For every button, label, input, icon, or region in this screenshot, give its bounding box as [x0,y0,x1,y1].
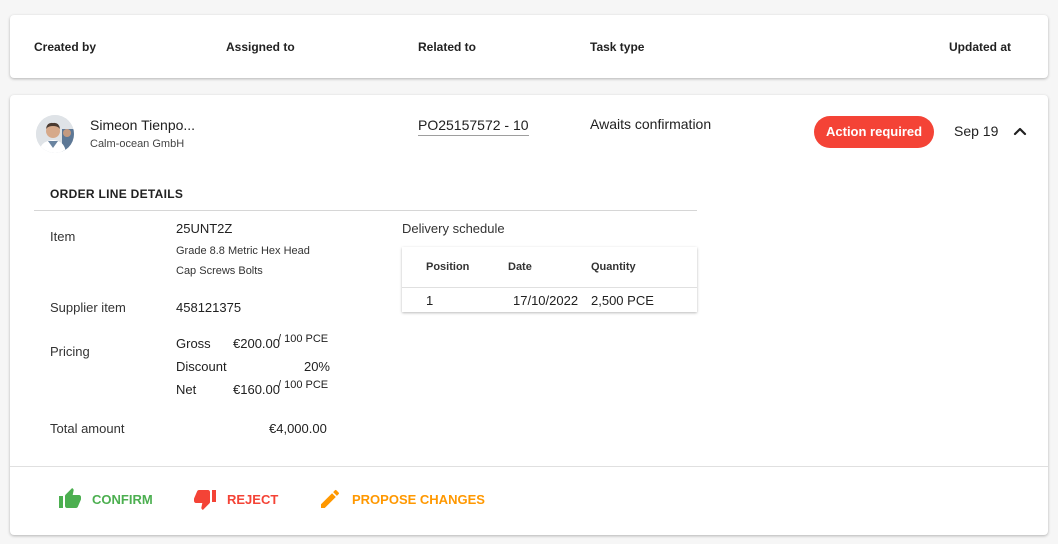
discount-label: Discount [176,359,227,374]
column-updated-at[interactable]: Updated at [949,40,1011,54]
item-label: Item [50,229,76,244]
discount-value: 20% [303,359,330,374]
row-date: 17/10/2022 [513,293,579,308]
delivery-schedule-title: Delivery schedule [402,221,505,236]
status-badge: Action required [814,116,935,148]
divider [10,466,1048,467]
supplier-item-label: Supplier item [50,300,126,315]
table-header: Created by Assigned to Related to Task t… [10,15,1048,78]
column-assigned-to[interactable]: Assigned to [226,40,295,54]
supplier-item-value: 458121375 [176,300,242,315]
total-amount-label: Total amount [50,421,125,436]
item-description-line-1: Grade 8.8 Metric Hex Head [176,245,310,257]
person-name: Simeon Tienpo... [90,117,196,133]
column-task-type[interactable]: Task type [590,40,644,54]
propose-changes-button[interactable]: PROPOSE CHANGES [318,487,485,511]
reject-label: REJECT [227,491,279,507]
propose-changes-label: PROPOSE CHANGES [352,491,485,507]
gross-label: Gross [176,336,211,351]
divider [34,210,697,211]
item-code: 25UNT2Z [176,221,233,236]
column-created-by[interactable]: Created by [34,40,96,54]
divider [402,287,697,288]
column-position: Position [426,261,470,273]
task-card: Simeon Tienpo... Calm-ocean GmbH PO25157… [10,95,1048,535]
updated-date: Sep 19 [954,123,999,139]
row-position: 1 [426,293,434,308]
related-order-link[interactable]: PO25157572 - 10 [418,117,529,136]
net-value: €160.00 [233,382,280,397]
reject-button[interactable]: REJECT [193,487,278,511]
chevron-up-icon[interactable] [1010,121,1030,141]
person-company: Calm-ocean GmbH [90,138,185,150]
total-amount-value: €4,000.00 [269,421,327,436]
item-description-line-2: Cap Screws Bolts [176,265,263,277]
confirm-button[interactable]: CONFIRM [58,487,153,511]
confirm-label: CONFIRM [92,491,153,507]
row-quantity: 2,500 PCE [591,293,654,308]
net-row: Net €160.00 / 100 PCE [176,379,336,400]
gross-row: Gross €200.00 / 100 PCE [176,333,336,354]
discount-row: Discount 20% [176,359,336,377]
gross-value: €200.00 [233,336,280,351]
task-type: Awaits confirmation [590,116,712,132]
column-quantity: Quantity [591,261,636,273]
person-photo [36,115,74,153]
avatar [36,115,74,153]
net-label: Net [176,382,197,397]
pencil-icon [321,489,340,508]
delivery-schedule-table: Position Date Quantity 1 17/10/2022 2,50… [402,247,697,312]
pricing-label: Pricing [50,344,90,359]
thumb-up-icon [59,488,81,508]
net-unit: / 100 PCE [278,379,329,391]
section-title: ORDER LINE DETAILS [50,187,184,201]
column-related-to[interactable]: Related to [418,40,476,54]
thumb-down-icon [194,490,216,510]
column-date: Date [508,261,532,273]
gross-unit: / 100 PCE [278,333,329,345]
